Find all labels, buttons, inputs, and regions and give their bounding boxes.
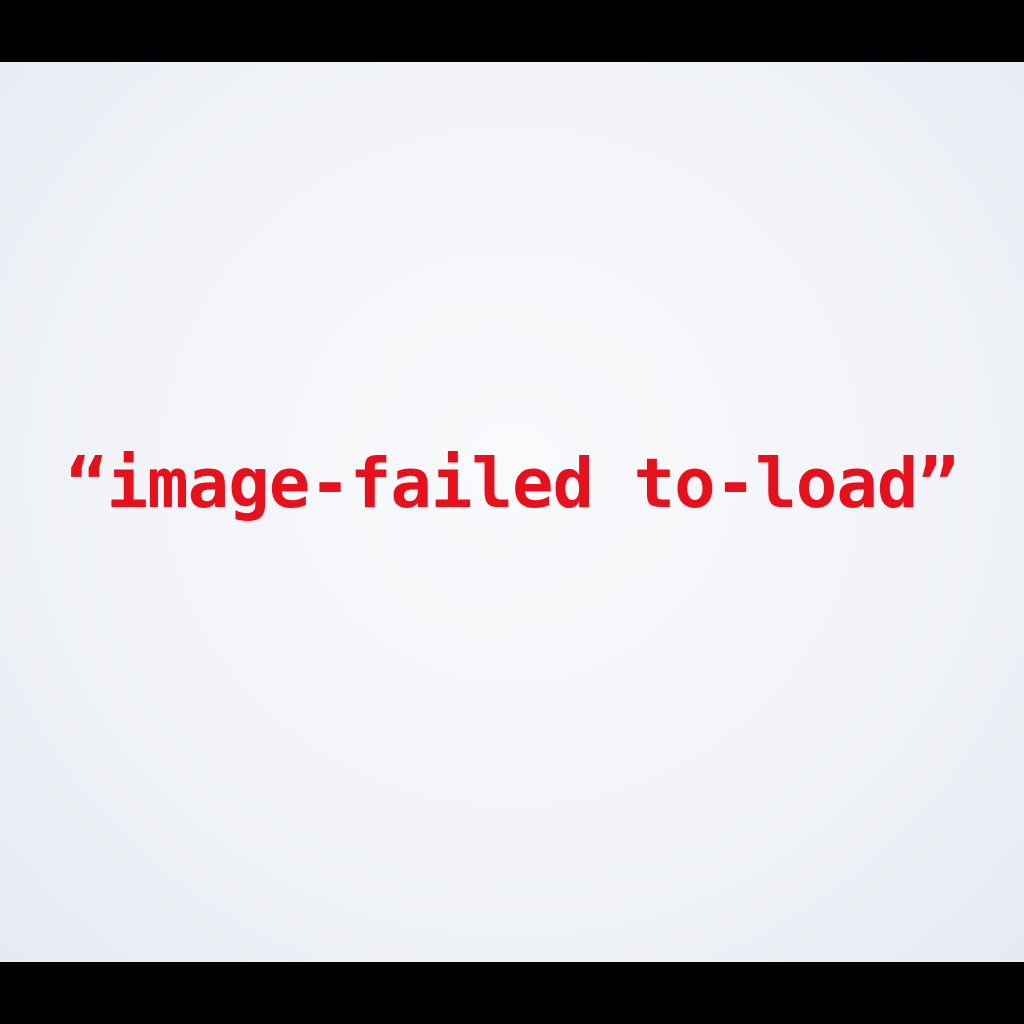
error-screen: “image-failed to-load” <box>0 62 1024 962</box>
letterbox-bar-top <box>0 0 1024 62</box>
letterbox-bar-bottom <box>0 962 1024 1024</box>
image-failed-message: “image-failed to-load” <box>66 444 959 524</box>
letterboxed-frame: “image-failed to-load” <box>0 0 1024 1024</box>
